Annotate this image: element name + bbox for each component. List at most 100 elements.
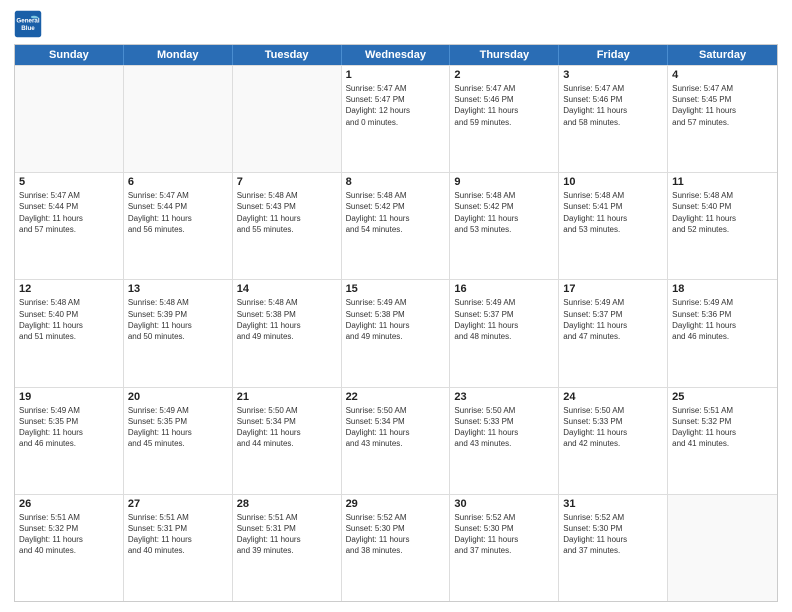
calendar-header: SundayMondayTuesdayWednesdayThursdayFrid…: [15, 45, 777, 65]
day-number: 16: [454, 283, 554, 295]
day-number: 8: [346, 176, 446, 188]
header-day-monday: Monday: [124, 45, 233, 65]
header-day-friday: Friday: [559, 45, 668, 65]
calendar-cell-15: 15 Sunrise: 5:49 AMSunset: 5:38 PMDayligh…: [342, 280, 451, 386]
cell-info: Sunrise: 5:47 AMSunset: 5:45 PMDaylight:…: [672, 83, 773, 128]
cell-info: Sunrise: 5:48 AMSunset: 5:40 PMDaylight:…: [672, 190, 773, 235]
day-number: 12: [19, 283, 119, 295]
header-day-sunday: Sunday: [15, 45, 124, 65]
calendar-cell-19: 19Sunrise: 5:49 AMSunset: 5:35 PMDayligh…: [15, 388, 124, 494]
calendar-row-3: 12Sunrise: 5:48 AMSunset: 5:40 PMDayligh…: [15, 279, 777, 386]
cell-info: Sunrise: 5:49 AMSunset: 5:36 PMDaylight:…: [672, 297, 773, 342]
cell-info: Sunrise: 5:51 AMSunset: 5:32 PMDaylight:…: [672, 405, 773, 450]
cell-info: Sunrise: 5:47 AMSunset: 5:46 PMDaylight:…: [563, 83, 663, 128]
calendar-row-1: 1 Sunrise: 5:47 AMSunset: 5:47 PMDaylight…: [15, 65, 777, 172]
calendar-cell-29: 29 Sunrise: 5:52 AMSunset: 5:30 PMDayligh…: [342, 495, 451, 601]
day-number: 5: [19, 176, 119, 188]
header-day-wednesday: Wednesday: [342, 45, 451, 65]
calendar-cell-30: 30 Sunrise: 5:52 AMSunset: 5:30 PMDayligh…: [450, 495, 559, 601]
calendar-cell-20: 20Sunrise: 5:49 AMSunset: 5:35 PMDayligh…: [124, 388, 233, 494]
day-number: 13: [128, 283, 228, 295]
calendar-cell-26: 26Sunrise: 5:51 AMSunset: 5:32 PMDayligh…: [15, 495, 124, 601]
cell-info: Sunrise: 5:50 AMSunset: 5:34 PMDaylight:…: [346, 405, 446, 450]
header-day-saturday: Saturday: [668, 45, 777, 65]
svg-text:Blue: Blue: [21, 25, 35, 32]
calendar-body: 1 Sunrise: 5:47 AMSunset: 5:47 PMDaylight…: [15, 65, 777, 601]
cell-info: Sunrise: 5:50 AMSunset: 5:33 PMDaylight:…: [454, 405, 554, 450]
calendar: SundayMondayTuesdayWednesdayThursdayFrid…: [14, 44, 778, 602]
day-number: 6: [128, 176, 228, 188]
cell-info: Sunrise: 5:49 AMSunset: 5:35 PMDaylight:…: [19, 405, 119, 450]
day-number: 29: [346, 498, 446, 510]
calendar-cell-9: 9Sunrise: 5:48 AMSunset: 5:42 PMDaylight…: [450, 173, 559, 279]
calendar-cell-17: 17Sunrise: 5:49 AMSunset: 5:37 PMDayligh…: [559, 280, 668, 386]
calendar-cell-16: 16 Sunrise: 5:49 AMSunset: 5:37 PMDayligh…: [450, 280, 559, 386]
calendar-cell-13: 13 Sunrise: 5:48 AMSunset: 5:39 PMDayligh…: [124, 280, 233, 386]
day-number: 26: [19, 498, 119, 510]
day-number: 21: [237, 391, 337, 403]
day-number: 31: [563, 498, 663, 510]
day-number: 18: [672, 283, 773, 295]
calendar-cell-31: 31Sunrise: 5:52 AMSunset: 5:30 PMDayligh…: [559, 495, 668, 601]
day-number: 14: [237, 283, 337, 295]
header-day-thursday: Thursday: [450, 45, 559, 65]
cell-info: Sunrise: 5:48 AMSunset: 5:38 PMDaylight:…: [237, 297, 337, 342]
calendar-cell-22: 22 Sunrise: 5:50 AMSunset: 5:34 PMDayligh…: [342, 388, 451, 494]
day-number: 25: [672, 391, 773, 403]
calendar-cell-23: 23 Sunrise: 5:50 AMSunset: 5:33 PMDayligh…: [450, 388, 559, 494]
calendar-cell-5: 5 Sunrise: 5:47 AMSunset: 5:44 PMDaylight…: [15, 173, 124, 279]
calendar-cell-28: 28 Sunrise: 5:51 AMSunset: 5:31 PMDayligh…: [233, 495, 342, 601]
calendar-cell-10: 10 Sunrise: 5:48 AMSunset: 5:41 PMDayligh…: [559, 173, 668, 279]
day-number: 11: [672, 176, 773, 188]
logo-icon: General Blue: [14, 10, 42, 38]
day-number: 9: [454, 176, 554, 188]
calendar-cell-18: 18 Sunrise: 5:49 AMSunset: 5:36 PMDayligh…: [668, 280, 777, 386]
calendar-cell-11: 11 Sunrise: 5:48 AMSunset: 5:40 PMDayligh…: [668, 173, 777, 279]
calendar-cell-14: 14 Sunrise: 5:48 AMSunset: 5:38 PMDayligh…: [233, 280, 342, 386]
calendar-cell-2: 2 Sunrise: 5:47 AMSunset: 5:46 PMDaylight…: [450, 66, 559, 172]
cell-info: Sunrise: 5:47 AMSunset: 5:46 PMDaylight:…: [454, 83, 554, 128]
day-number: 7: [237, 176, 337, 188]
day-number: 10: [563, 176, 663, 188]
cell-info: Sunrise: 5:47 AMSunset: 5:47 PMDaylight:…: [346, 83, 446, 128]
day-number: 2: [454, 69, 554, 81]
cell-info: Sunrise: 5:51 AMSunset: 5:31 PMDaylight:…: [237, 512, 337, 557]
calendar-row-5: 26Sunrise: 5:51 AMSunset: 5:32 PMDayligh…: [15, 494, 777, 601]
cell-info: Sunrise: 5:48 AMSunset: 5:39 PMDaylight:…: [128, 297, 228, 342]
cell-info: Sunrise: 5:48 AMSunset: 5:42 PMDaylight:…: [346, 190, 446, 235]
calendar-cell-empty-4-6: [668, 495, 777, 601]
cell-info: Sunrise: 5:49 AMSunset: 5:35 PMDaylight:…: [128, 405, 228, 450]
cell-info: Sunrise: 5:49 AMSunset: 5:37 PMDaylight:…: [454, 297, 554, 342]
day-number: 27: [128, 498, 228, 510]
cell-info: Sunrise: 5:51 AMSunset: 5:31 PMDaylight:…: [128, 512, 228, 557]
calendar-cell-empty-0-1: [124, 66, 233, 172]
cell-info: Sunrise: 5:48 AMSunset: 5:41 PMDaylight:…: [563, 190, 663, 235]
day-number: 23: [454, 391, 554, 403]
cell-info: Sunrise: 5:49 AMSunset: 5:38 PMDaylight:…: [346, 297, 446, 342]
day-number: 1: [346, 69, 446, 81]
calendar-cell-6: 6Sunrise: 5:47 AMSunset: 5:44 PMDaylight…: [124, 173, 233, 279]
cell-info: Sunrise: 5:52 AMSunset: 5:30 PMDaylight:…: [454, 512, 554, 557]
cell-info: Sunrise: 5:50 AMSunset: 5:33 PMDaylight:…: [563, 405, 663, 450]
day-number: 4: [672, 69, 773, 81]
cell-info: Sunrise: 5:48 AMSunset: 5:43 PMDaylight:…: [237, 190, 337, 235]
day-number: 28: [237, 498, 337, 510]
calendar-cell-21: 21 Sunrise: 5:50 AMSunset: 5:34 PMDayligh…: [233, 388, 342, 494]
day-number: 30: [454, 498, 554, 510]
cell-info: Sunrise: 5:50 AMSunset: 5:34 PMDaylight:…: [237, 405, 337, 450]
logo: General Blue: [14, 10, 46, 38]
calendar-cell-7: 7 Sunrise: 5:48 AMSunset: 5:43 PMDaylight…: [233, 173, 342, 279]
cell-info: Sunrise: 5:49 AMSunset: 5:37 PMDaylight:…: [563, 297, 663, 342]
calendar-cell-12: 12Sunrise: 5:48 AMSunset: 5:40 PMDayligh…: [15, 280, 124, 386]
cell-info: Sunrise: 5:52 AMSunset: 5:30 PMDaylight:…: [346, 512, 446, 557]
calendar-row-2: 5 Sunrise: 5:47 AMSunset: 5:44 PMDaylight…: [15, 172, 777, 279]
header-day-tuesday: Tuesday: [233, 45, 342, 65]
calendar-cell-27: 27 Sunrise: 5:51 AMSunset: 5:31 PMDayligh…: [124, 495, 233, 601]
calendar-cell-empty-0-2: [233, 66, 342, 172]
calendar-cell-1: 1 Sunrise: 5:47 AMSunset: 5:47 PMDaylight…: [342, 66, 451, 172]
calendar-cell-25: 25 Sunrise: 5:51 AMSunset: 5:32 PMDayligh…: [668, 388, 777, 494]
day-number: 22: [346, 391, 446, 403]
cell-info: Sunrise: 5:47 AMSunset: 5:44 PMDaylight:…: [19, 190, 119, 235]
day-number: 15: [346, 283, 446, 295]
day-number: 3: [563, 69, 663, 81]
